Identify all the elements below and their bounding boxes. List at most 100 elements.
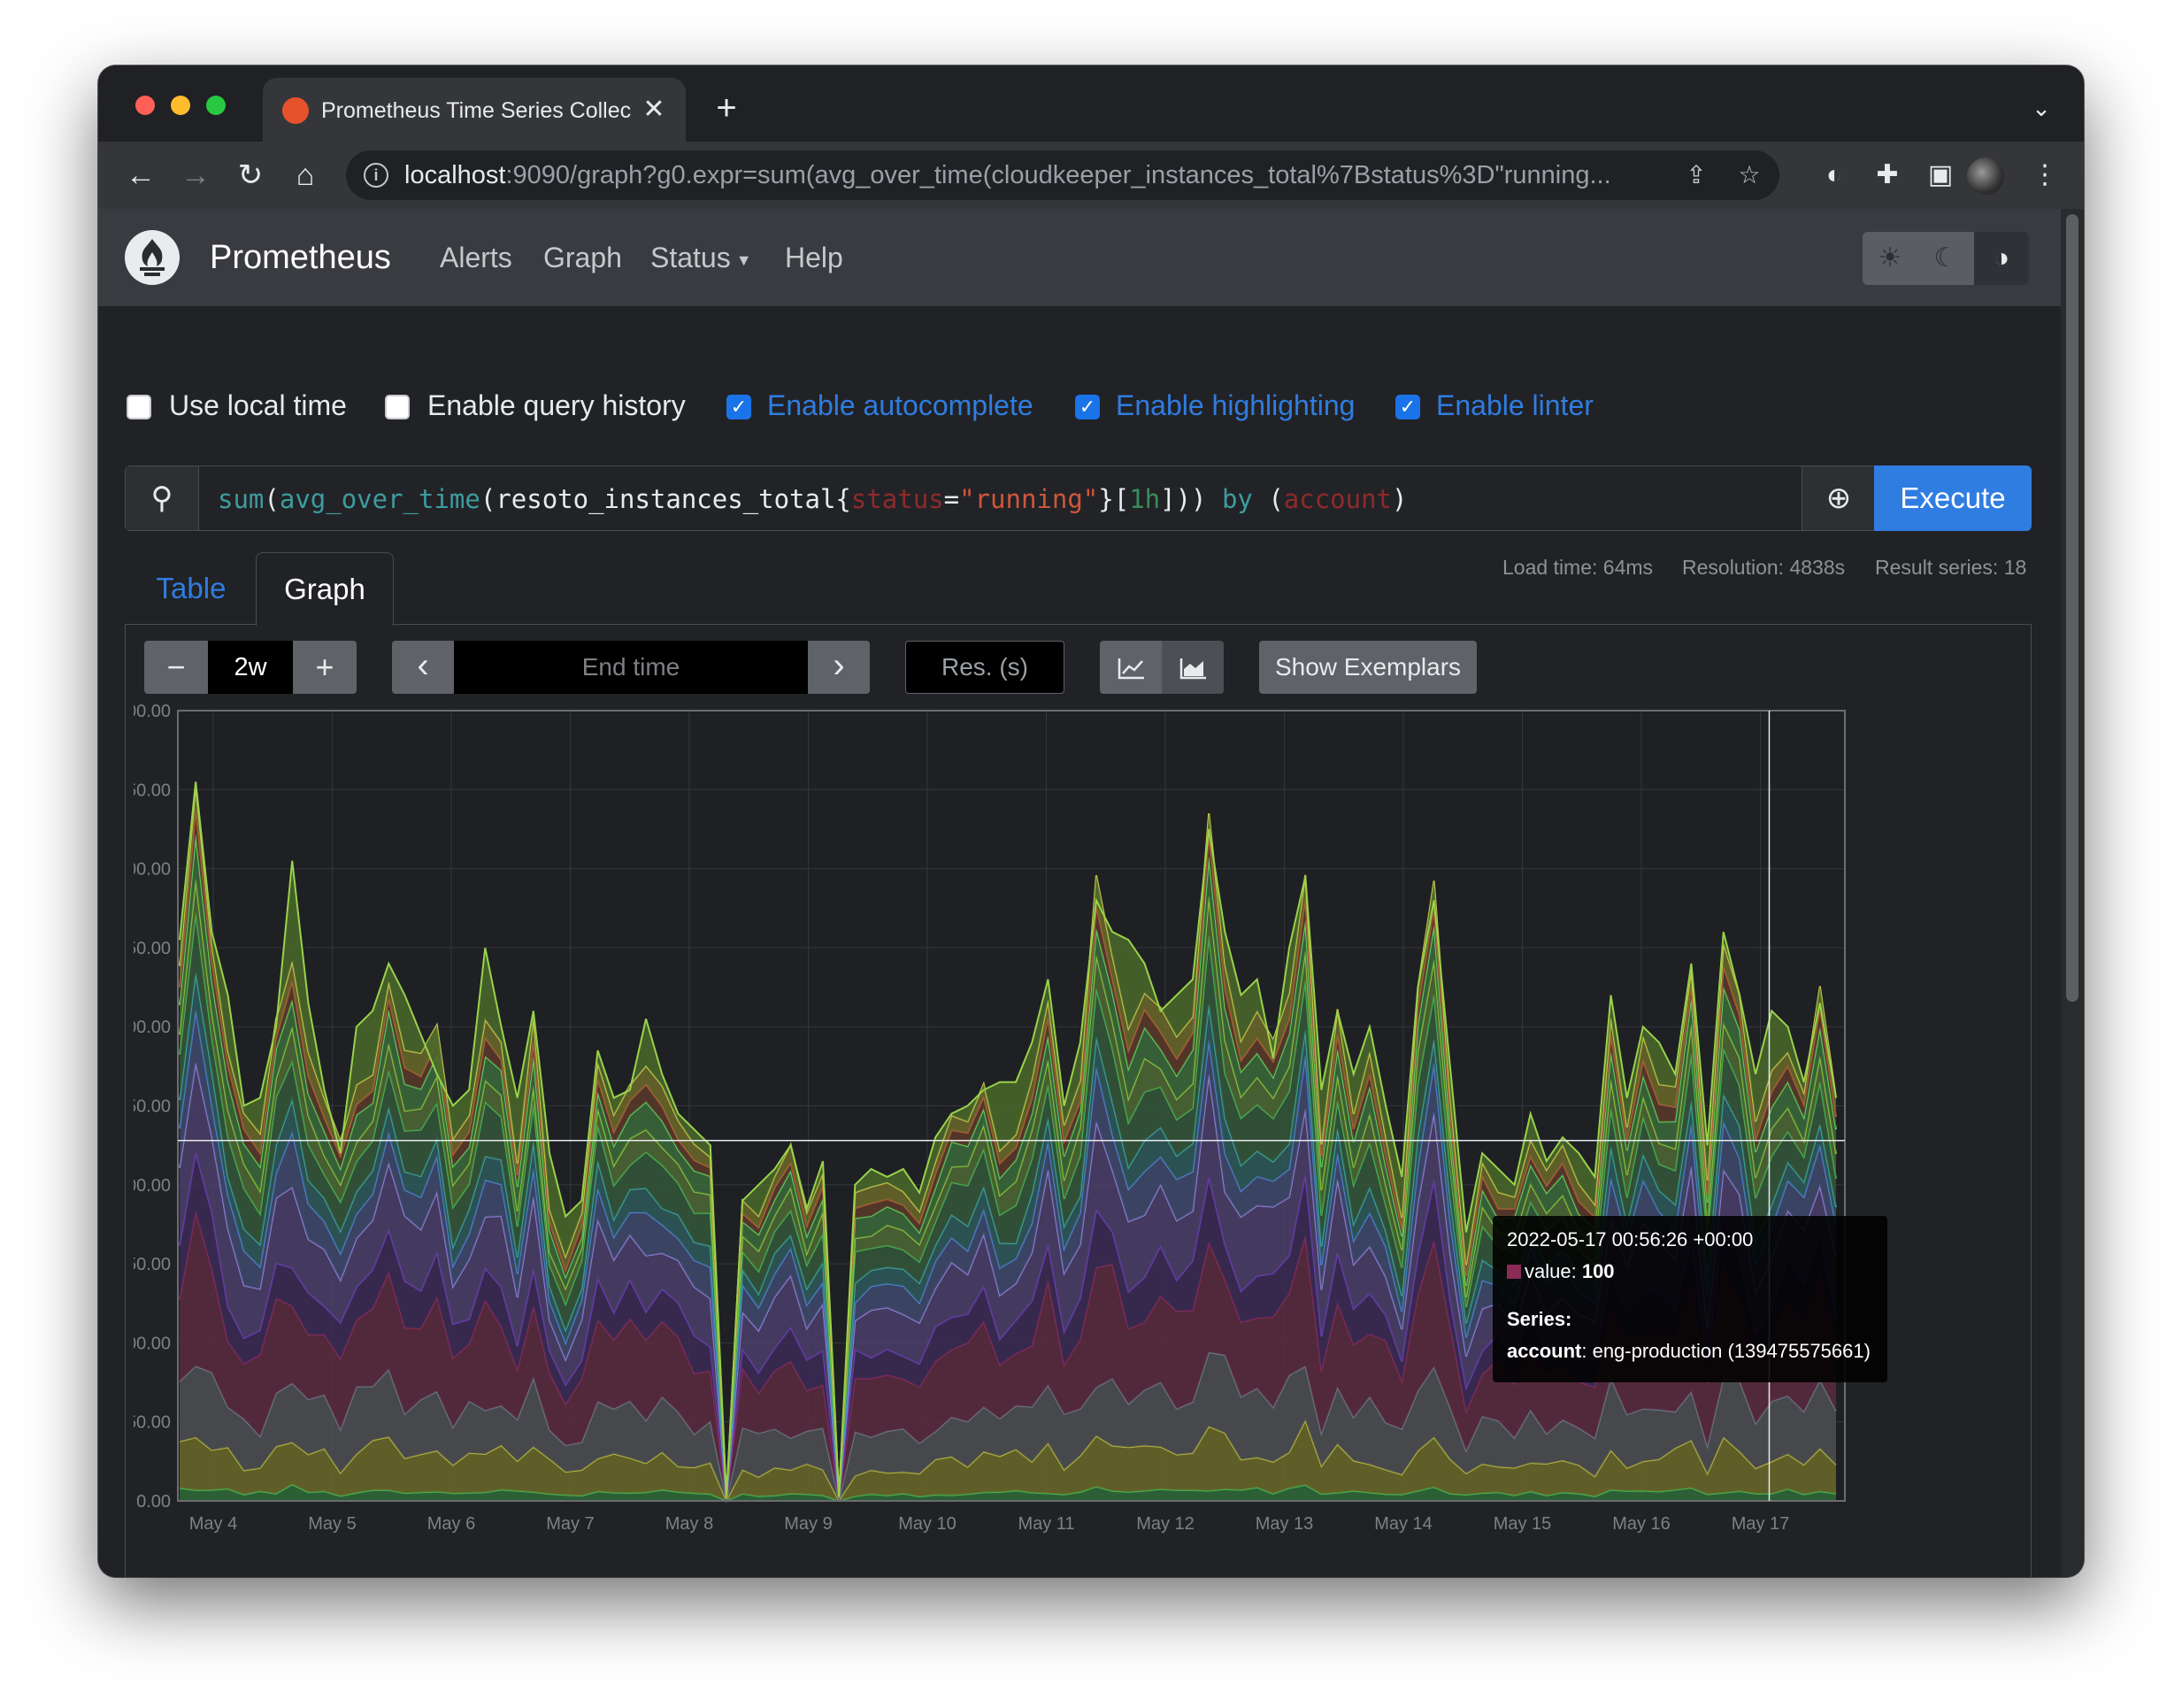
tab-close-icon[interactable]: ✕ [638, 94, 670, 126]
x-tick-label: May 17 [1732, 1514, 1790, 1534]
sidebar-icon[interactable]: ▣ [1921, 156, 1960, 195]
browser-tab[interactable]: Prometheus Time Series Collection and Pr… [263, 78, 686, 142]
query-token: ( [480, 484, 496, 514]
query-token: status [850, 484, 944, 514]
share-icon[interactable]: ⇪ [1682, 161, 1710, 189]
use-local-time-checkbox[interactable] [127, 395, 151, 419]
star-icon[interactable]: ☆ [1735, 161, 1763, 189]
x-tick-label: May 12 [1136, 1514, 1195, 1534]
info-icon[interactable]: i [364, 163, 388, 188]
browser-window: Prometheus Time Series Collection and Pr… [98, 65, 2084, 1577]
series-color-swatch [1507, 1265, 1521, 1279]
y-tick-label: 450.00 [134, 781, 171, 800]
chart-tooltip: 2022-05-17 00:56:26 +00:00 value: 100 Se… [1493, 1216, 1887, 1382]
tab-table[interactable]: Table [125, 552, 257, 625]
navbar: Prometheus Alerts Graph Status ▼ Help ☀ ☾… [98, 209, 2061, 306]
range-decrease-button[interactable]: − [144, 641, 208, 694]
resolution-input[interactable]: Res. (s) [905, 641, 1064, 694]
range-input[interactable]: 2w [208, 641, 293, 694]
autocomplete-checkbox[interactable]: ✓ [726, 395, 751, 419]
query-token: }[ [1098, 484, 1130, 514]
tab-graph[interactable]: Graph [256, 552, 394, 626]
tooltip-value: 100 [1581, 1260, 1615, 1282]
menu-icon[interactable]: ⋮ [2025, 156, 2064, 195]
tab-strip: Prometheus Time Series Collection and Pr… [98, 65, 2084, 142]
x-tick-label: May 9 [784, 1514, 832, 1534]
scrollbar-thumb[interactable] [2066, 214, 2078, 1002]
tooltip-value-label: value: [1525, 1260, 1582, 1282]
query-token: ( [264, 484, 280, 514]
linter-checkbox[interactable]: ✓ [1395, 395, 1420, 419]
x-tick-label: May 14 [1374, 1514, 1433, 1534]
x-tick-label: May 8 [665, 1514, 713, 1534]
search-icon: ⚲ [126, 466, 199, 530]
y-tick-label: 0.00 [136, 1492, 171, 1512]
tooltip-label-key: account [1507, 1340, 1582, 1362]
x-tick-label: May 13 [1256, 1514, 1314, 1534]
line-chart-button[interactable] [1100, 641, 1162, 694]
end-time-forward-button[interactable]: › [808, 641, 870, 694]
tooltip-series-heading: Series: [1507, 1308, 1572, 1330]
end-time-back-button[interactable]: ‹ [392, 641, 454, 694]
back-icon[interactable]: ← [121, 156, 160, 195]
nav-alerts[interactable]: Alerts [440, 239, 512, 276]
query-token: 1h [1129, 484, 1161, 514]
new-tab-button[interactable]: + [709, 90, 744, 126]
url-host: localhost [404, 161, 506, 189]
reload-icon[interactable]: ↻ [231, 156, 270, 195]
moon-icon[interactable]: ☾ [1918, 232, 1973, 285]
home-icon[interactable]: ⌂ [286, 156, 325, 195]
linter-label[interactable]: Enable linter [1436, 384, 1594, 427]
page-scrollbar[interactable] [2061, 209, 2084, 1577]
highlighting-label[interactable]: Enable highlighting [1116, 384, 1355, 427]
show-exemplars-button[interactable]: Show Exemplars [1259, 641, 1477, 694]
maximize-window-button[interactable] [206, 96, 226, 115]
url-text[interactable]: localhost:9090/graph?g0.expr=sum(avg_ove… [404, 159, 1661, 191]
y-tick-label: 250.00 [134, 1097, 171, 1117]
stacked-chart-button[interactable] [1162, 641, 1224, 694]
y-tick-label: 150.00 [134, 1255, 171, 1274]
y-tick-label: 300.00 [134, 1018, 171, 1037]
x-tick-label: May 11 [1018, 1514, 1074, 1534]
forward-icon[interactable]: → [176, 156, 215, 195]
tab-title: Prometheus Time Series Collection and Pr… [321, 98, 631, 123]
nav-graph[interactable]: Graph [543, 239, 622, 276]
brand-title[interactable]: Prometheus [210, 235, 391, 280]
query-expression-input[interactable]: sum(avg_over_time(resoto_instances_total… [218, 482, 1757, 516]
avatar[interactable] [1967, 158, 2004, 195]
autocomplete-label[interactable]: Enable autocomplete [767, 384, 1033, 427]
x-tick-label: May 5 [308, 1514, 356, 1534]
metrics-explorer-globe-icon[interactable]: ⊕ [1802, 466, 1875, 530]
x-tick-label: May 6 [427, 1514, 475, 1534]
prometheus-logo-icon[interactable] [125, 230, 180, 285]
tab-search-icon[interactable]: ⌄ [2025, 92, 2057, 124]
x-tick-label: May 4 [189, 1514, 237, 1534]
address-bar[interactable]: i localhost:9090/graph?g0.expr=sum(avg_o… [346, 150, 1779, 200]
minimize-window-button[interactable] [171, 96, 190, 115]
close-window-button[interactable] [135, 96, 155, 115]
theme-switcher: ☀ ☾ ◑ [1863, 232, 2029, 285]
puzzle-icon[interactable]: ✚ [1868, 156, 1907, 195]
contrast-icon[interactable]: ◑ [1974, 232, 2029, 285]
x-tick-label: May 7 [546, 1514, 594, 1534]
range-increase-button[interactable]: + [293, 641, 357, 694]
sun-icon[interactable]: ☀ [1863, 232, 1917, 285]
nav-help[interactable]: Help [785, 239, 843, 276]
resolution: Resolution: 4838s [1682, 556, 1846, 579]
nav-status[interactable]: Status ▼ [650, 239, 752, 276]
query-token: ])) [1160, 484, 1222, 514]
highlighting-checkbox[interactable]: ✓ [1075, 395, 1100, 419]
execute-button[interactable]: Execute [1874, 465, 2032, 531]
prometheus-favicon-icon [282, 97, 309, 124]
y-tick-label: 500.00 [134, 704, 171, 721]
prometheus-app: Prometheus Alerts Graph Status ▼ Help ☀ ☾… [98, 209, 2061, 1577]
use-local-time-label[interactable]: Use local time [169, 384, 347, 427]
end-time-input[interactable]: End time [454, 641, 808, 694]
stacked-area-chart[interactable]: 0.00 50.00 100.00 150.00 200.00 250.00 300.00 3… [134, 704, 2027, 1577]
query-history-checkbox[interactable] [385, 395, 410, 419]
y-tick-label: 100.00 [134, 1334, 171, 1353]
query-history-label[interactable]: Enable query history [427, 384, 686, 427]
x-tick-label: May 16 [1612, 1514, 1671, 1534]
query-token: "running" [959, 484, 1099, 514]
extension-icon[interactable]: ◐ [1815, 156, 1854, 195]
